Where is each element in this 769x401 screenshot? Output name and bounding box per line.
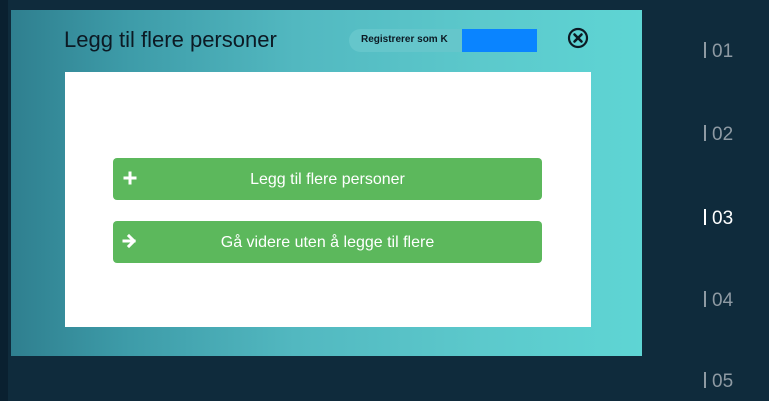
add-more-persons-button[interactable]: Legg til flere personer [113, 158, 542, 200]
registering-as-label: Registrerer som K [361, 34, 448, 45]
modal-title: Legg til flere personer [64, 27, 277, 52]
step-04[interactable]: 04 [704, 290, 733, 312]
close-circle-icon [567, 27, 589, 49]
close-button[interactable] [566, 26, 590, 50]
left-edge-strip [0, 0, 8, 401]
step-marker [704, 42, 706, 58]
step-02[interactable]: 02 [704, 124, 733, 146]
step-marker [704, 209, 706, 225]
continue-without-adding-label: Gå videre uten å legge til flere [220, 234, 435, 251]
step-03[interactable]: 03 [704, 208, 733, 230]
step-03-label: 03 [712, 208, 734, 229]
step-marker [704, 372, 706, 388]
step-navigation: 01 02 03 04 05 [642, 0, 769, 401]
step-marker [704, 291, 706, 307]
redacted-name-block [462, 29, 537, 52]
step-01[interactable]: 01 [704, 41, 733, 63]
step-01-label: 01 [712, 41, 734, 62]
step-04-label: 04 [712, 290, 734, 311]
step-05[interactable]: 05 [704, 371, 733, 393]
continue-without-adding-button[interactable]: Gå videre uten å legge til flere [113, 221, 542, 263]
step-02-label: 02 [712, 124, 734, 145]
step-05-label: 05 [712, 371, 734, 392]
page-background: Legg til flere personer Registrerer som … [0, 0, 769, 401]
add-more-persons-label: Legg til flere personer [250, 171, 405, 188]
step-marker [704, 125, 706, 141]
